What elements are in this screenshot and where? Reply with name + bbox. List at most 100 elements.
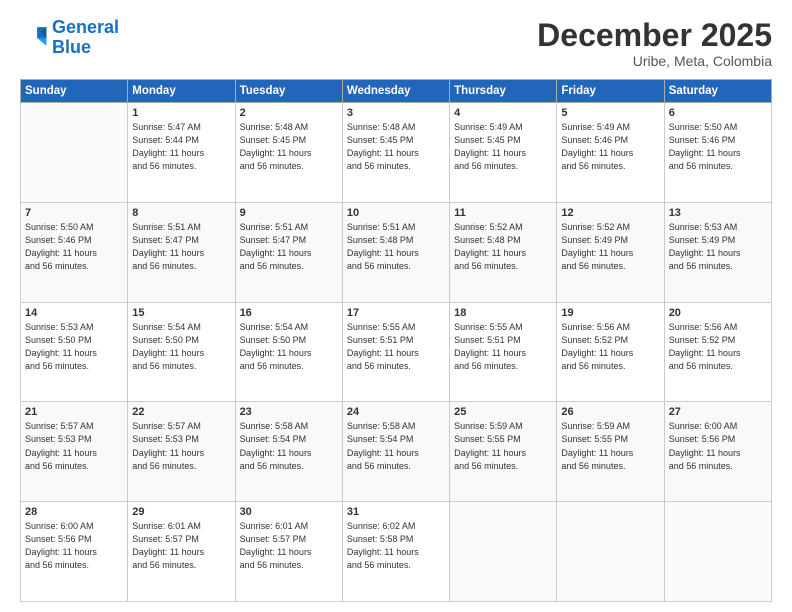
day-number: 24 <box>347 406 445 418</box>
title-block: December 2025 Uribe, Meta, Colombia <box>537 18 772 69</box>
day-cell: 17 Sunrise: 5:55 AMSunset: 5:51 PMDayligh… <box>342 302 449 402</box>
day-info: Sunrise: 5:49 AMSunset: 5:45 PMDaylight:… <box>454 121 552 173</box>
day-info: Sunrise: 5:58 AMSunset: 5:54 PMDaylight:… <box>240 420 338 472</box>
day-info: Sunrise: 5:49 AMSunset: 5:46 PMDaylight:… <box>561 121 659 173</box>
day-cell: 4 Sunrise: 5:49 AMSunset: 5:45 PMDaylight… <box>450 103 557 203</box>
week-row-0: 1Sunrise: 5:47 AMSunset: 5:44 PMDaylight… <box>21 103 772 203</box>
day-number: 8 <box>132 207 230 219</box>
day-number: 6 <box>669 107 767 119</box>
day-number: 23 <box>240 406 338 418</box>
day-info: Sunrise: 5:51 AMSunset: 5:47 PMDaylight:… <box>132 221 230 273</box>
logo-text: General Blue <box>52 18 119 58</box>
day-cell: 10 Sunrise: 5:51 AMSunset: 5:48 PMDayligh… <box>342 202 449 302</box>
day-cell: 31Sunrise: 6:02 AMSunset: 5:58 PMDayligh… <box>342 502 449 602</box>
page: General Blue December 2025 Uribe, Meta, … <box>0 0 792 612</box>
week-row-1: 7 Sunrise: 5:50 AMSunset: 5:46 PMDaylight… <box>21 202 772 302</box>
logo: General Blue <box>20 18 119 58</box>
day-cell: 27Sunrise: 6:00 AMSunset: 5:56 PMDayligh… <box>664 402 771 502</box>
day-cell: 3Sunrise: 5:48 AMSunset: 5:45 PMDaylight… <box>342 103 449 203</box>
day-number: 7 <box>25 207 123 219</box>
day-cell: 8 Sunrise: 5:51 AMSunset: 5:47 PMDaylight… <box>128 202 235 302</box>
day-number: 4 <box>454 107 552 119</box>
day-cell: 25 Sunrise: 5:59 AMSunset: 5:55 PMDayligh… <box>450 402 557 502</box>
col-monday: Monday <box>128 80 235 103</box>
day-cell: 12Sunrise: 5:52 AMSunset: 5:49 PMDayligh… <box>557 202 664 302</box>
day-cell: 20 Sunrise: 5:56 AMSunset: 5:52 PMDayligh… <box>664 302 771 402</box>
day-number: 13 <box>669 207 767 219</box>
day-cell: 19 Sunrise: 5:56 AMSunset: 5:52 PMDayligh… <box>557 302 664 402</box>
day-number: 15 <box>132 307 230 319</box>
day-cell <box>557 502 664 602</box>
day-cell: 29 Sunrise: 6:01 AMSunset: 5:57 PMDayligh… <box>128 502 235 602</box>
day-info: Sunrise: 5:55 AMSunset: 5:51 PMDaylight:… <box>454 321 552 373</box>
day-info: Sunrise: 5:52 AMSunset: 5:48 PMDaylight:… <box>454 221 552 273</box>
day-cell: 30 Sunrise: 6:01 AMSunset: 5:57 PMDayligh… <box>235 502 342 602</box>
logo-line1: General <box>52 17 119 37</box>
day-info: Sunrise: 5:55 AMSunset: 5:51 PMDaylight:… <box>347 321 445 373</box>
day-number: 5 <box>561 107 659 119</box>
day-cell: 1Sunrise: 5:47 AMSunset: 5:44 PMDaylight… <box>128 103 235 203</box>
day-info: Sunrise: 5:51 AMSunset: 5:47 PMDaylight:… <box>240 221 338 273</box>
day-info: Sunrise: 5:50 AMSunset: 5:46 PMDaylight:… <box>25 221 123 273</box>
day-number: 22 <box>132 406 230 418</box>
col-friday: Friday <box>557 80 664 103</box>
day-info: Sunrise: 5:56 AMSunset: 5:52 PMDaylight:… <box>669 321 767 373</box>
day-cell: 7 Sunrise: 5:50 AMSunset: 5:46 PMDaylight… <box>21 202 128 302</box>
day-info: Sunrise: 5:59 AMSunset: 5:55 PMDaylight:… <box>454 420 552 472</box>
day-number: 3 <box>347 107 445 119</box>
day-cell: 16Sunrise: 5:54 AMSunset: 5:50 PMDayligh… <box>235 302 342 402</box>
day-number: 17 <box>347 307 445 319</box>
day-number: 18 <box>454 307 552 319</box>
day-info: Sunrise: 5:47 AMSunset: 5:44 PMDaylight:… <box>132 121 230 173</box>
col-wednesday: Wednesday <box>342 80 449 103</box>
day-cell: 23 Sunrise: 5:58 AMSunset: 5:54 PMDayligh… <box>235 402 342 502</box>
day-cell: 2 Sunrise: 5:48 AMSunset: 5:45 PMDaylight… <box>235 103 342 203</box>
day-number: 11 <box>454 207 552 219</box>
day-number: 25 <box>454 406 552 418</box>
day-info: Sunrise: 5:56 AMSunset: 5:52 PMDaylight:… <box>561 321 659 373</box>
day-info: Sunrise: 6:02 AMSunset: 5:58 PMDaylight:… <box>347 520 445 572</box>
week-row-2: 14Sunrise: 5:53 AMSunset: 5:50 PMDayligh… <box>21 302 772 402</box>
day-cell: 18 Sunrise: 5:55 AMSunset: 5:51 PMDayligh… <box>450 302 557 402</box>
day-number: 30 <box>240 506 338 518</box>
logo-line2: Blue <box>52 37 91 57</box>
day-number: 21 <box>25 406 123 418</box>
day-info: Sunrise: 5:48 AMSunset: 5:45 PMDaylight:… <box>240 121 338 173</box>
header-row: Sunday Monday Tuesday Wednesday Thursday… <box>21 80 772 103</box>
day-info: Sunrise: 5:52 AMSunset: 5:49 PMDaylight:… <box>561 221 659 273</box>
day-number: 16 <box>240 307 338 319</box>
day-number: 20 <box>669 307 767 319</box>
day-cell: 13 Sunrise: 5:53 AMSunset: 5:49 PMDayligh… <box>664 202 771 302</box>
col-sunday: Sunday <box>21 80 128 103</box>
main-title: December 2025 <box>537 18 772 53</box>
day-cell: 11 Sunrise: 5:52 AMSunset: 5:48 PMDayligh… <box>450 202 557 302</box>
day-cell: 9 Sunrise: 5:51 AMSunset: 5:47 PMDaylight… <box>235 202 342 302</box>
calendar-table: Sunday Monday Tuesday Wednesday Thursday… <box>20 79 772 602</box>
day-info: Sunrise: 5:58 AMSunset: 5:54 PMDaylight:… <box>347 420 445 472</box>
day-info: Sunrise: 5:51 AMSunset: 5:48 PMDaylight:… <box>347 221 445 273</box>
header: General Blue December 2025 Uribe, Meta, … <box>20 18 772 69</box>
day-number: 10 <box>347 207 445 219</box>
col-saturday: Saturday <box>664 80 771 103</box>
day-cell: 14Sunrise: 5:53 AMSunset: 5:50 PMDayligh… <box>21 302 128 402</box>
day-number: 2 <box>240 107 338 119</box>
day-info: Sunrise: 5:53 AMSunset: 5:49 PMDaylight:… <box>669 221 767 273</box>
day-cell: 22 Sunrise: 5:57 AMSunset: 5:53 PMDayligh… <box>128 402 235 502</box>
col-thursday: Thursday <box>450 80 557 103</box>
day-cell: 15 Sunrise: 5:54 AMSunset: 5:50 PMDayligh… <box>128 302 235 402</box>
day-number: 28 <box>25 506 123 518</box>
day-number: 29 <box>132 506 230 518</box>
day-info: Sunrise: 5:57 AMSunset: 5:53 PMDaylight:… <box>132 420 230 472</box>
day-cell: 26Sunrise: 5:59 AMSunset: 5:55 PMDayligh… <box>557 402 664 502</box>
day-info: Sunrise: 5:54 AMSunset: 5:50 PMDaylight:… <box>132 321 230 373</box>
day-info: Sunrise: 6:01 AMSunset: 5:57 PMDaylight:… <box>132 520 230 572</box>
day-cell: 5 Sunrise: 5:49 AMSunset: 5:46 PMDaylight… <box>557 103 664 203</box>
day-cell: 28Sunrise: 6:00 AMSunset: 5:56 PMDayligh… <box>21 502 128 602</box>
day-number: 26 <box>561 406 659 418</box>
day-number: 9 <box>240 207 338 219</box>
day-number: 19 <box>561 307 659 319</box>
day-cell: 21Sunrise: 5:57 AMSunset: 5:53 PMDayligh… <box>21 402 128 502</box>
day-info: Sunrise: 6:01 AMSunset: 5:57 PMDaylight:… <box>240 520 338 572</box>
logo-icon <box>20 24 48 52</box>
day-info: Sunrise: 5:53 AMSunset: 5:50 PMDaylight:… <box>25 321 123 373</box>
